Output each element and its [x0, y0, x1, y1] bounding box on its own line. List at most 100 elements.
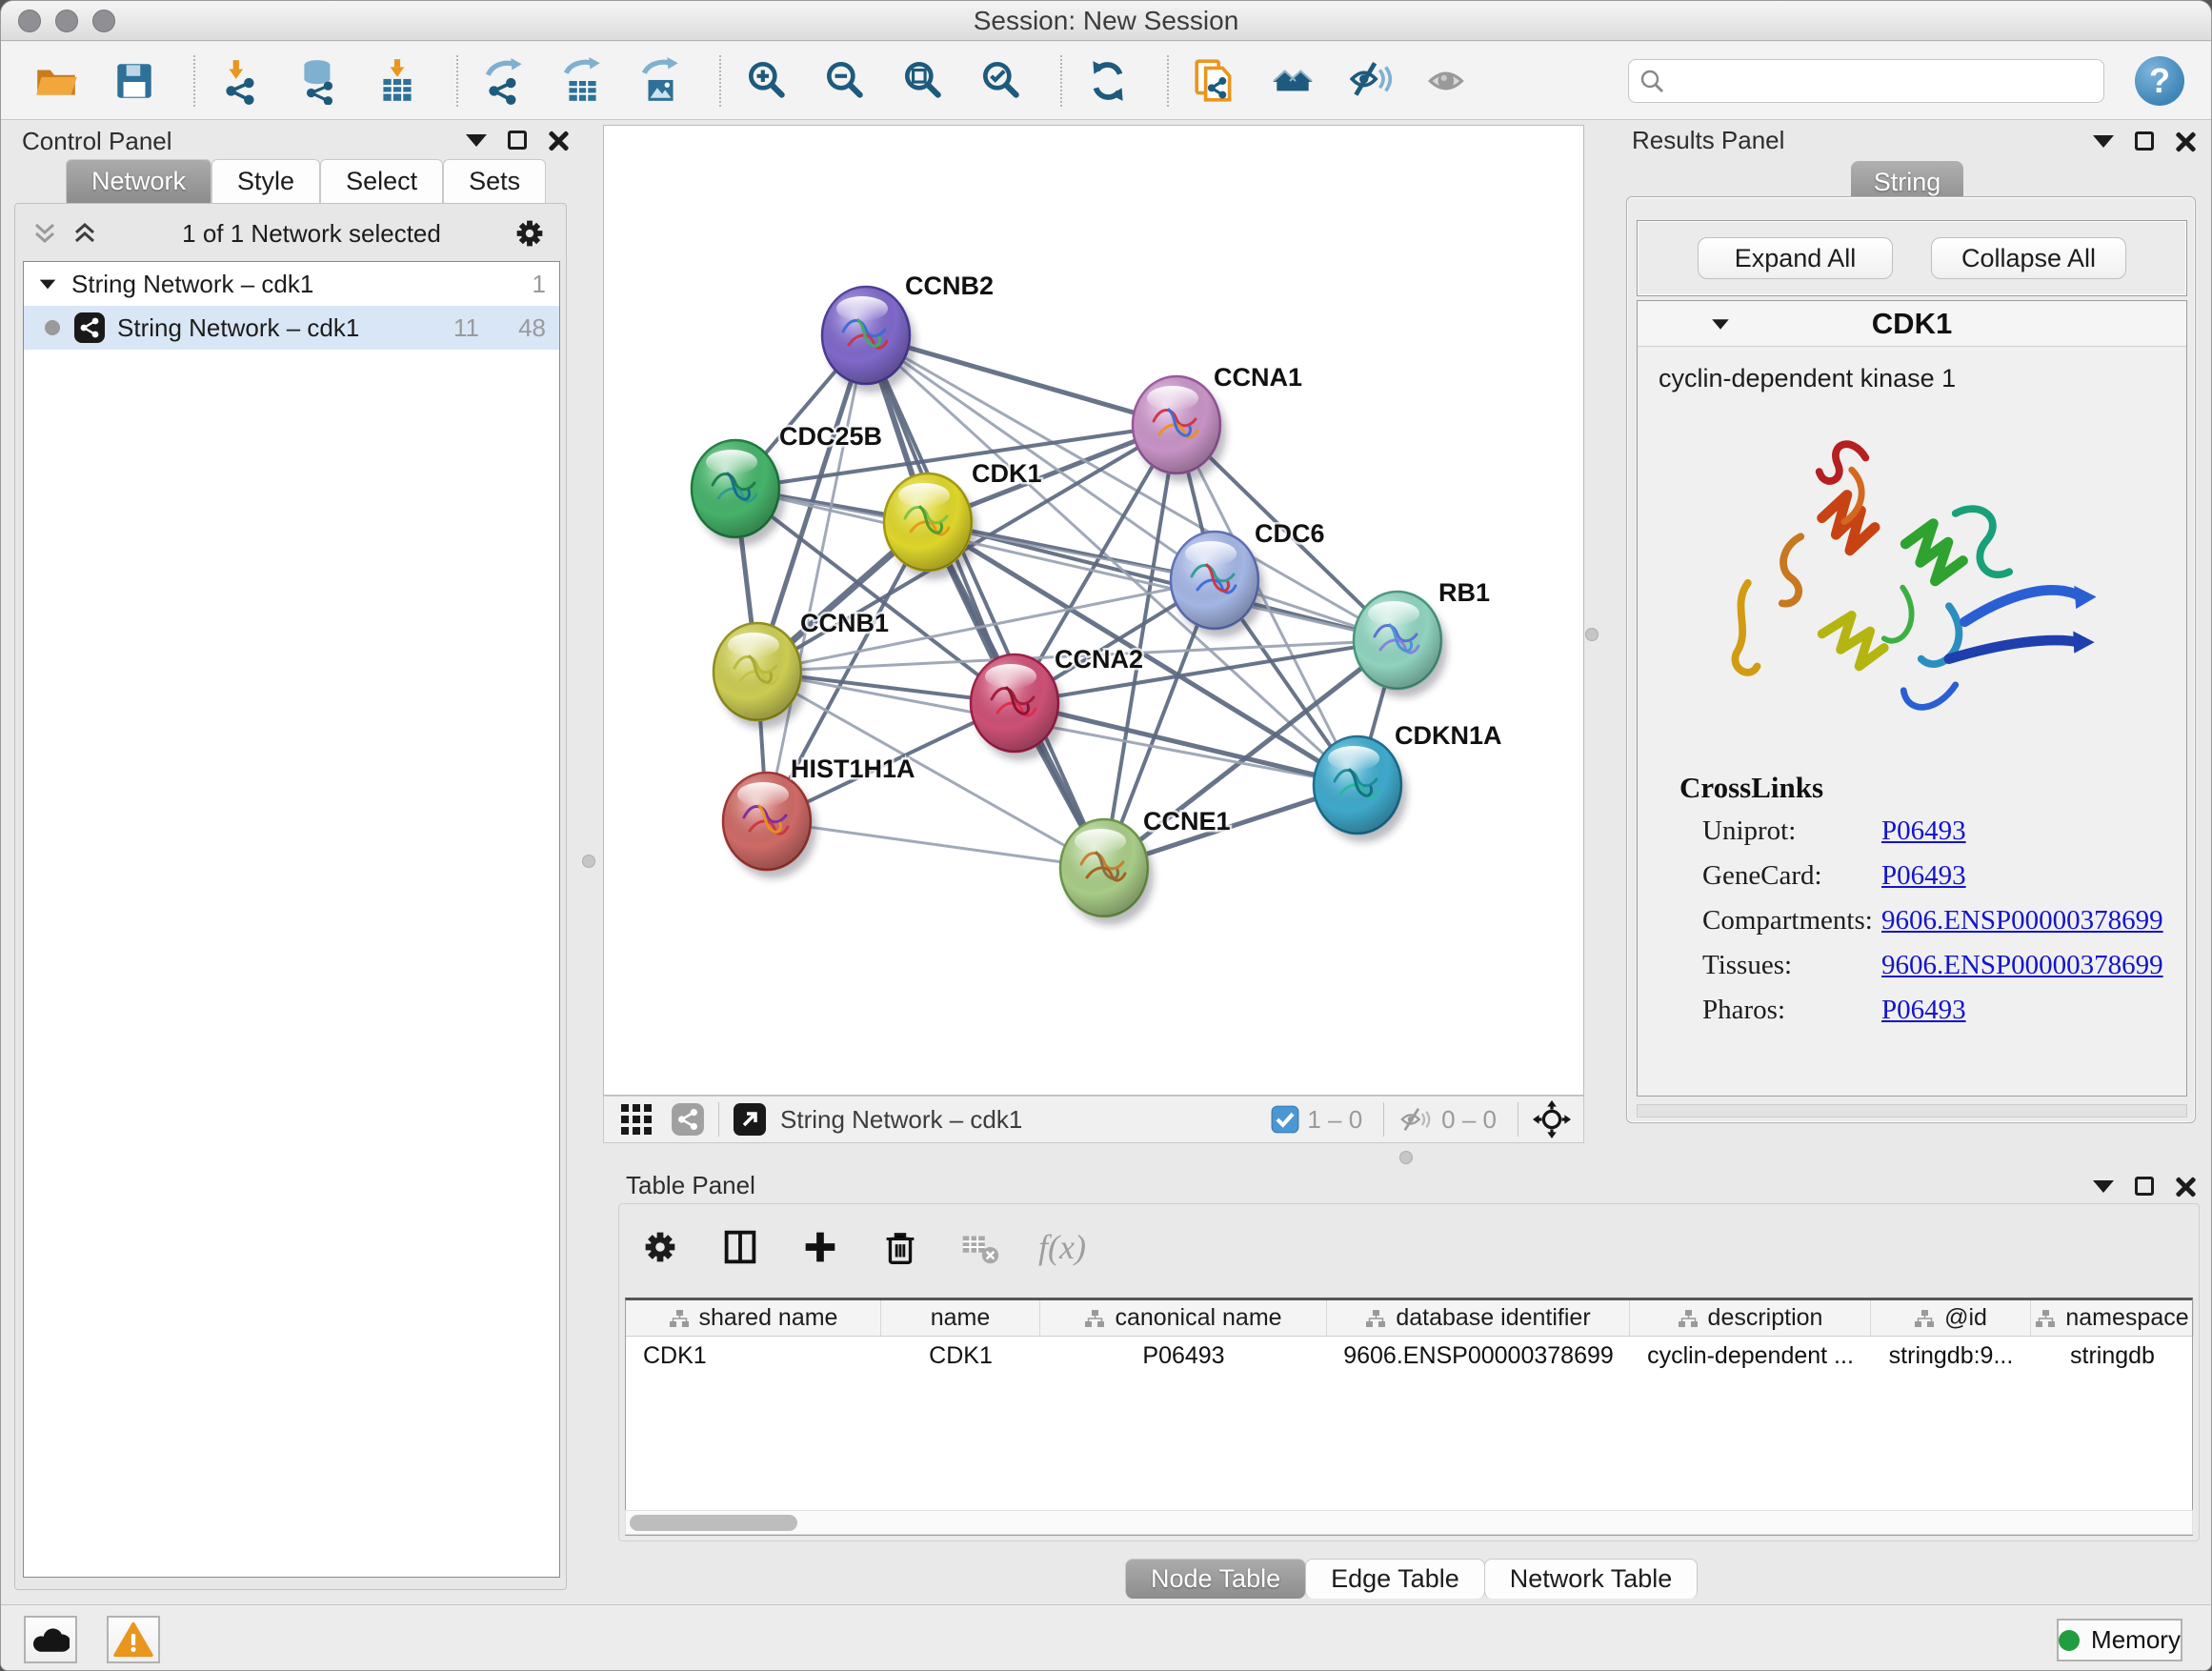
tissues-link[interactable]: 9606.ENSP00000378699 — [1881, 950, 2163, 981]
hidden-eye-icon[interactable] — [1398, 1105, 1434, 1134]
network-collection-row[interactable]: String Network – cdk1 1 — [24, 262, 559, 306]
node-table: shared namenamecanonical namedatabase id… — [625, 1298, 2193, 1536]
cloud-button[interactable] — [24, 1616, 77, 1663]
column-header-database-identifier[interactable]: database identifier — [1327, 1300, 1630, 1336]
control-panel: Control Panel Network Style Select Sets … — [10, 125, 571, 1592]
create-column-icon[interactable] — [798, 1225, 842, 1269]
tab-network[interactable]: Network — [66, 159, 211, 203]
export-image-icon[interactable] — [633, 54, 687, 108]
import-network-database-icon[interactable] — [292, 54, 346, 108]
zoom-fit-icon[interactable] — [896, 54, 950, 108]
tab-network-table[interactable]: Network Table — [1484, 1559, 1699, 1599]
column-header--id[interactable]: @id — [1871, 1300, 2031, 1336]
open-in-window-icon[interactable] — [733, 1102, 767, 1137]
panel-float-icon[interactable] — [508, 131, 527, 150]
tab-select[interactable]: Select — [320, 159, 443, 203]
export-network-icon[interactable] — [477, 54, 531, 108]
tab-sets[interactable]: Sets — [443, 159, 546, 203]
tab-style[interactable]: Style — [211, 159, 320, 203]
expand-all-icon[interactable] — [72, 221, 97, 246]
show-all-icon[interactable] — [1422, 54, 1476, 108]
scrollbar-thumb[interactable] — [630, 1515, 797, 1531]
tab-edge-table[interactable]: Edge Table — [1305, 1559, 1485, 1599]
uniprot-link[interactable]: P06493 — [1881, 815, 1966, 847]
node-label-RB1: RB1 — [1438, 578, 1490, 607]
panel-menu-icon[interactable] — [466, 134, 487, 147]
genecard-link[interactable]: P06493 — [1881, 860, 1966, 892]
gear-icon[interactable] — [511, 214, 549, 252]
column-type-icon — [1365, 1309, 1386, 1328]
hidden-count: 0 – 0 — [1441, 1105, 1497, 1135]
panel-menu-icon[interactable] — [2093, 135, 2114, 148]
column-header-description[interactable]: description — [1630, 1300, 1871, 1336]
delete-table-icon[interactable] — [958, 1225, 1002, 1269]
left-splitter-handle[interactable] — [582, 855, 595, 868]
import-network-file-icon[interactable] — [214, 54, 268, 108]
gene-section-header[interactable]: CDK1 — [1638, 301, 2186, 347]
panel-float-icon[interactable] — [2135, 131, 2154, 151]
import-table-icon[interactable] — [371, 54, 424, 108]
right-splitter-handle[interactable] — [1585, 628, 1599, 641]
zoom-selected-icon[interactable] — [975, 54, 1028, 108]
application-window: Session: New Session — [0, 0, 2212, 1671]
export-table-icon[interactable] — [555, 54, 609, 108]
collapse-all-button[interactable]: Collapse All — [1931, 237, 2126, 279]
panel-menu-icon[interactable] — [2093, 1180, 2114, 1193]
toolbar-separator — [193, 55, 195, 107]
new-network-from-selection-icon[interactable] — [1188, 54, 1241, 108]
toolbar-separator — [456, 55, 458, 107]
column-header-shared-name[interactable]: shared name — [626, 1300, 881, 1336]
column-header-name[interactable]: name — [881, 1300, 1040, 1336]
first-neighbors-icon[interactable] — [1266, 54, 1319, 108]
help-button[interactable]: ? — [2135, 56, 2184, 106]
table-settings-gear-icon[interactable] — [638, 1225, 682, 1269]
panel-close-icon[interactable] — [2175, 131, 2194, 151]
apply-layout-icon[interactable] — [1081, 54, 1135, 108]
save-session-icon[interactable] — [108, 54, 161, 108]
table-row[interactable]: CDK1CDK1P064939606.ENSP00000378699cyclin… — [626, 1337, 2192, 1375]
expand-all-button[interactable]: Expand All — [1698, 237, 1893, 279]
network-status-dot — [45, 320, 60, 335]
cell-canonical-name: P06493 — [1040, 1337, 1327, 1375]
compartments-link[interactable]: 9606.ENSP00000378699 — [1881, 905, 2163, 936]
panel-close-icon[interactable] — [2175, 1177, 2194, 1196]
panel-close-icon[interactable] — [548, 131, 567, 150]
table-header-row: shared namenamecanonical namedatabase id… — [626, 1300, 2192, 1337]
toolbar-separator — [718, 1102, 719, 1137]
column-header-namespace[interactable]: namespace — [2031, 1300, 2194, 1336]
results-controls: Expand All Collapse All — [1637, 220, 2187, 296]
zoom-in-icon[interactable] — [740, 54, 794, 108]
bottom-splitter-handle[interactable] — [1399, 1151, 1413, 1164]
toolbar-separator — [1167, 55, 1169, 107]
grid-view-icon[interactable] — [619, 1102, 654, 1137]
table-horizontal-scrollbar[interactable] — [625, 1510, 2193, 1535]
panel-float-icon[interactable] — [2135, 1177, 2154, 1196]
selected-checkbox-icon[interactable] — [1271, 1105, 1299, 1134]
column-type-icon — [669, 1309, 690, 1328]
warnings-button[interactable] — [107, 1616, 160, 1663]
memory-button[interactable]: Memory — [2057, 1619, 2182, 1661]
collapse-all-icon[interactable] — [32, 221, 57, 246]
pharos-link[interactable]: P06493 — [1881, 995, 1966, 1026]
open-session-icon[interactable] — [30, 54, 83, 108]
birds-eye-icon[interactable] — [1532, 1099, 1572, 1139]
results-scroll-strip[interactable] — [1637, 1104, 2187, 1117]
search-input[interactable] — [1665, 66, 2084, 95]
delete-column-icon[interactable] — [878, 1225, 922, 1269]
tab-node-table[interactable]: Node Table — [1125, 1559, 1306, 1599]
network-row[interactable]: String Network – cdk1 11 48 — [24, 306, 559, 350]
zoom-out-icon[interactable] — [818, 54, 872, 108]
network-canvas[interactable]: CCNB2CCNA1CDC25BCDK1CDC6RB1CCNB1CCNA2CDK… — [604, 126, 1583, 1095]
hide-selected-icon[interactable] — [1344, 54, 1398, 108]
tree-expand-icon[interactable] — [40, 279, 56, 289]
table-panel-title: Table Panel — [626, 1171, 755, 1200]
function-builder-icon[interactable]: f(x) — [1038, 1227, 1086, 1267]
node-label-CCNB1: CCNB1 — [800, 609, 889, 637]
show-columns-icon[interactable] — [718, 1225, 762, 1269]
network-view[interactable]: CCNB2CCNA1CDC25BCDK1CDC6RB1CCNB1CCNA2CDK… — [603, 125, 1584, 1096]
column-type-icon — [1678, 1309, 1699, 1328]
string-view-icon[interactable] — [671, 1102, 705, 1137]
node-label-CDC6: CDC6 — [1255, 519, 1325, 548]
node-label-CCNA2: CCNA2 — [1055, 645, 1143, 674]
column-header-canonical-name[interactable]: canonical name — [1040, 1300, 1327, 1336]
